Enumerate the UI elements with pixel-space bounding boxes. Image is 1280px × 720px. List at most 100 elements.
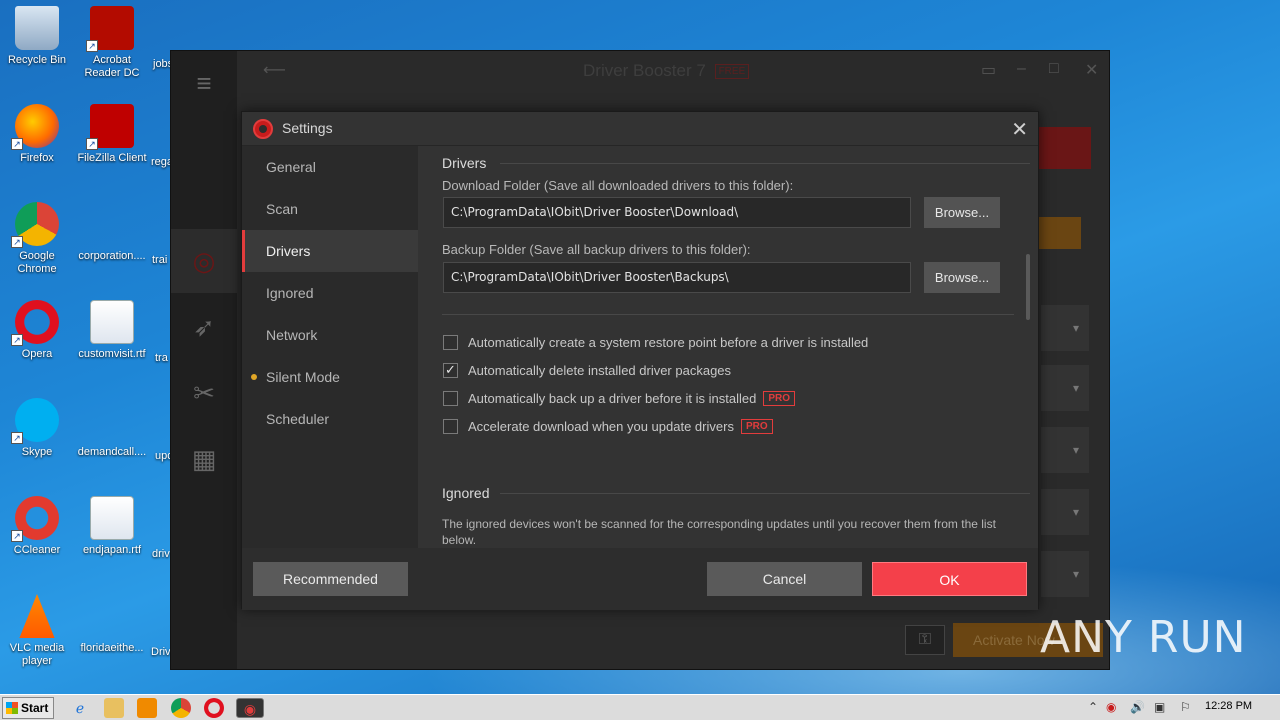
action-center-flag-icon[interactable]: ⚐ xyxy=(1180,700,1191,714)
shortcut-arrow-icon: ↗ xyxy=(11,334,23,346)
desktop-icon-label: Opera xyxy=(21,348,53,360)
back-arrow-icon[interactable]: ⟵ xyxy=(263,60,286,80)
desktop-icon-label: customvisit.rtf xyxy=(78,348,146,360)
download-folder-input[interactable]: C:\ProgramData\IObit\Driver Booster\Down… xyxy=(443,197,911,228)
settings-nav-ignored[interactable]: Ignored xyxy=(242,272,418,314)
opera-icon: ↗ xyxy=(11,300,59,346)
nav-label: Scheduler xyxy=(266,411,330,427)
desktop-partial-label: trai xyxy=(152,254,168,266)
app-title: Driver Booster 7 FREE xyxy=(583,61,750,81)
boost-nav-icon[interactable]: ➶ xyxy=(171,295,237,359)
file-explorer-icon[interactable] xyxy=(104,698,124,718)
taskbar-clock[interactable]: 12:28 PM xyxy=(1205,700,1252,712)
minimize-icon[interactable]: – xyxy=(1017,60,1026,78)
download-browse-button[interactable]: Browse... xyxy=(924,197,1000,228)
vlc-cone-icon xyxy=(19,594,55,638)
media-player-icon[interactable] xyxy=(137,698,157,718)
settings-nav-scheduler[interactable]: Scheduler xyxy=(242,398,418,440)
settings-nav-network[interactable]: Network xyxy=(242,314,418,356)
backup-folder-input[interactable]: C:\ProgramData\IObit\Driver Booster\Back… xyxy=(443,262,911,293)
option-delete-packages[interactable]: Automatically delete installed driver pa… xyxy=(443,362,731,378)
desktop-icon-customvisit[interactable]: customvisit.rtf xyxy=(75,300,149,361)
feedback-icon[interactable]: ▭ xyxy=(981,60,996,80)
desktop-icon-recycle-bin[interactable]: Recycle Bin xyxy=(0,6,74,67)
shortcut-arrow-icon: ↗ xyxy=(11,530,23,542)
desktop-icon-skype[interactable]: ↗ Skype xyxy=(0,398,74,459)
nav-label: Scan xyxy=(266,201,298,217)
backup-driver-checkbox[interactable] xyxy=(443,391,458,406)
new-feature-dot xyxy=(251,374,257,380)
edition-badge: FREE xyxy=(714,64,750,80)
ignored-section-heading: Ignored xyxy=(442,485,490,501)
driver-row-bg: ▾ xyxy=(1041,489,1089,535)
tools-nav-icon[interactable]: ✂ xyxy=(171,361,237,425)
option-label: Automatically create a system restore po… xyxy=(468,335,869,350)
desktop-icon-demandcall[interactable]: demandcall.... xyxy=(75,398,149,459)
driver-row-bg: ▾ xyxy=(1041,365,1089,411)
close-icon[interactable]: ✕ xyxy=(1085,60,1098,80)
pro-badge: PRO xyxy=(740,419,773,434)
desktop-icon-firefox[interactable]: ↗ Firefox xyxy=(0,104,74,165)
settings-nav-silent-mode[interactable]: Silent Mode xyxy=(242,356,418,398)
start-button[interactable]: Start xyxy=(2,697,54,719)
desktop-icon-label: demandcall.... xyxy=(77,446,147,458)
desktop-icon-corporation[interactable]: corporation.... xyxy=(75,202,149,263)
driver-row-bg: ▾ xyxy=(1041,551,1089,597)
word-document-icon xyxy=(90,496,134,540)
desktop-icon-filezilla[interactable]: ↗ FileZilla Client xyxy=(75,104,149,165)
section-divider xyxy=(442,314,1014,315)
desktop-icon-endjapan[interactable]: endjapan.rtf xyxy=(75,496,149,557)
volume-icon[interactable]: 🔊 xyxy=(1130,700,1145,714)
key-icon[interactable]: ⚿ xyxy=(905,625,945,655)
filezilla-icon: ↗ xyxy=(86,104,134,150)
desktop-icon-label: Acrobat Reader DC xyxy=(84,54,140,79)
settings-nav-drivers[interactable]: Drivers xyxy=(242,230,418,272)
backup-browse-button[interactable]: Browse... xyxy=(924,262,1000,293)
delete-packages-checkbox[interactable] xyxy=(443,362,458,378)
accelerate-download-checkbox[interactable] xyxy=(443,419,458,434)
desktop-icon-label: Skype xyxy=(21,446,53,458)
cancel-button[interactable]: Cancel xyxy=(707,562,862,596)
internet-explorer-icon[interactable]: ℯ xyxy=(70,698,90,718)
desktop-icon-opera[interactable]: ↗ Opera xyxy=(0,300,74,361)
option-accelerate-download[interactable]: Accelerate download when you update driv… xyxy=(443,419,773,434)
settings-nav-general[interactable]: General xyxy=(242,146,418,188)
action-center-nav-icon[interactable]: ▦ xyxy=(171,427,237,491)
desktop-icon-floridaeithe[interactable]: floridaeithe... xyxy=(75,594,149,655)
ok-button[interactable]: OK xyxy=(872,562,1027,596)
opera-taskbar-icon[interactable] xyxy=(204,698,224,718)
chrome-taskbar-icon[interactable] xyxy=(171,698,191,718)
maximize-icon[interactable]: □ xyxy=(1049,60,1059,78)
blank-file-icon xyxy=(90,202,134,246)
option-restore-point[interactable]: Automatically create a system restore po… xyxy=(443,335,868,350)
chrome-icon: ↗ xyxy=(11,202,59,248)
desktop-icon-label: Recycle Bin xyxy=(7,54,67,66)
desktop-icon-label: CCleaner xyxy=(13,544,61,556)
driver-booster-tray-icon[interactable]: ◉ xyxy=(1106,700,1116,714)
desktop-icon-vlc[interactable]: VLC media player xyxy=(0,594,74,668)
dialog-close-icon[interactable]: ✕ xyxy=(1011,117,1028,142)
recommended-button[interactable]: Recommended xyxy=(253,562,408,596)
nav-label: General xyxy=(266,159,316,175)
acrobat-icon: ↗ xyxy=(86,6,134,52)
update-button-bg xyxy=(1037,217,1081,249)
desktop-partial-label: driv xyxy=(152,548,170,560)
shortcut-arrow-icon: ↗ xyxy=(11,236,23,248)
nav-label: Silent Mode xyxy=(266,369,340,385)
settings-nav-scan[interactable]: Scan xyxy=(242,188,418,230)
driver-booster-taskbar-icon[interactable]: ◉ xyxy=(236,698,264,718)
desktop-icon-label: endjapan.rtf xyxy=(82,544,142,556)
desktop-icon-acrobat[interactable]: ↗ Acrobat Reader DC xyxy=(75,6,149,80)
tray-expand-icon[interactable]: ⌃ xyxy=(1088,700,1098,714)
settings-scrollbar[interactable] xyxy=(1026,254,1030,320)
restore-point-checkbox[interactable] xyxy=(443,335,458,350)
desktop-icon-chrome[interactable]: ↗ Google Chrome xyxy=(0,202,74,276)
backup-folder-label: Backup Folder (Save all backup drivers t… xyxy=(442,242,751,257)
option-backup-driver[interactable]: Automatically back up a driver before it… xyxy=(443,391,795,406)
scan-nav-icon[interactable]: ◎ xyxy=(171,229,237,293)
menu-icon[interactable]: ≡ xyxy=(171,51,237,115)
anyrun-watermark: ANY RUN xyxy=(1040,612,1247,663)
network-icon[interactable]: ▣ xyxy=(1154,700,1165,714)
desktop-icon-ccleaner[interactable]: ↗ CCleaner xyxy=(0,496,74,557)
skype-icon: ↗ xyxy=(11,398,59,444)
